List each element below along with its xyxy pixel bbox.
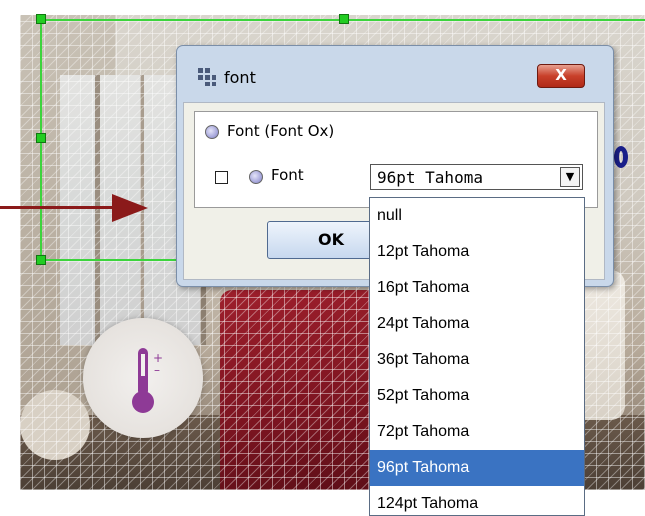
radio-icon[interactable]	[249, 170, 263, 184]
checkbox-icon[interactable]	[215, 171, 228, 184]
radio-icon[interactable]	[205, 125, 219, 139]
font-select-value: 96pt Tahoma	[377, 168, 483, 187]
letter-o-glyph	[614, 146, 628, 168]
font-select[interactable]: 96pt Tahoma ▼	[370, 164, 583, 190]
resize-handle-top-middle[interactable]	[339, 14, 349, 24]
property-label: Font (Font Ox)	[227, 122, 335, 140]
ok-label: OK	[318, 230, 344, 249]
dropdown-item[interactable]: 16pt Tahoma	[370, 270, 584, 306]
dropdown-item[interactable]: 96pt Tahoma	[370, 450, 584, 486]
chevron-down-icon[interactable]: ▼	[560, 167, 580, 187]
close-icon: X	[555, 66, 567, 84]
dropdown-item[interactable]: 52pt Tahoma	[370, 378, 584, 414]
thermometer-icon: + –	[132, 348, 163, 413]
close-button[interactable]: X	[537, 64, 585, 88]
dialog-title: font	[224, 68, 256, 87]
resize-handle-bottom-left[interactable]	[36, 255, 46, 265]
resize-handle-top-left[interactable]	[36, 14, 46, 24]
arrow-right-icon	[0, 206, 120, 209]
svg-text:–: –	[154, 363, 160, 377]
dropdown-item[interactable]: 24pt Tahoma	[370, 306, 584, 342]
dropdown-item[interactable]: null	[370, 198, 584, 234]
font-dropdown-list[interactable]: null 12pt Tahoma 16pt Tahoma 24pt Tahoma…	[369, 197, 585, 516]
dropdown-item[interactable]: 12pt Tahoma	[370, 234, 584, 270]
arrow-head	[112, 194, 148, 222]
thermostat-widget[interactable]: + –	[83, 318, 203, 438]
selection-bottom-edge	[40, 259, 180, 261]
grid-title-icon	[198, 68, 216, 86]
font-label: Font	[271, 166, 304, 184]
dropdown-item[interactable]: 72pt Tahoma	[370, 414, 584, 450]
dropdown-item[interactable]: 36pt Tahoma	[370, 342, 584, 378]
resize-handle-middle-left[interactable]	[36, 133, 46, 143]
dropdown-item[interactable]: 124pt Tahoma	[370, 486, 584, 515]
